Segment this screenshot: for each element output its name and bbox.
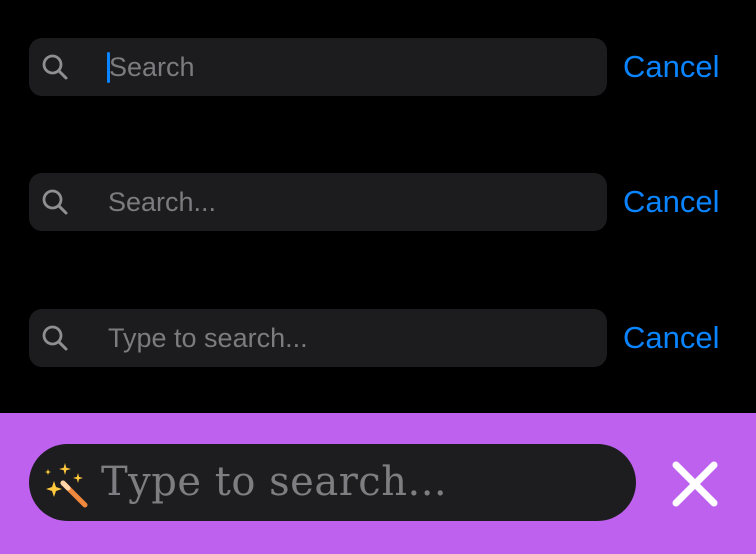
custom-search-field[interactable]: Type to search... (29, 444, 636, 521)
search-placeholder: Type to search... (108, 323, 308, 353)
search-icon (42, 325, 68, 351)
search-icon (42, 54, 68, 80)
magic-wand-icon (45, 463, 88, 508)
close-icon[interactable] (667, 456, 723, 512)
cancel-button[interactable]: Cancel (623, 38, 720, 96)
search-icon (42, 189, 68, 215)
search-placeholder: Search (109, 52, 195, 82)
custom-search-bar: Type to search... (0, 413, 756, 554)
cancel-button[interactable]: Cancel (623, 173, 720, 231)
search-field[interactable]: Type to search... (29, 309, 607, 367)
search-field[interactable]: Search (29, 38, 607, 96)
custom-search-placeholder: Type to search... (101, 459, 448, 505)
search-placeholder: Search... (108, 187, 217, 217)
cancel-button[interactable]: Cancel (623, 309, 720, 367)
search-field[interactable]: Search... (29, 173, 607, 231)
